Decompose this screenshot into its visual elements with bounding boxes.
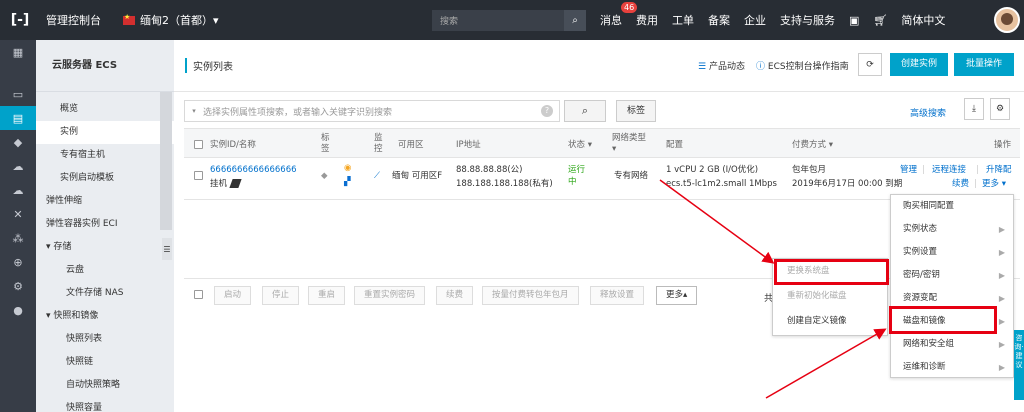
annotation-arrows: [659, 179, 887, 399]
arrow-to-disk-image: [765, 328, 887, 399]
arrow-to-submenu: [659, 179, 775, 264]
